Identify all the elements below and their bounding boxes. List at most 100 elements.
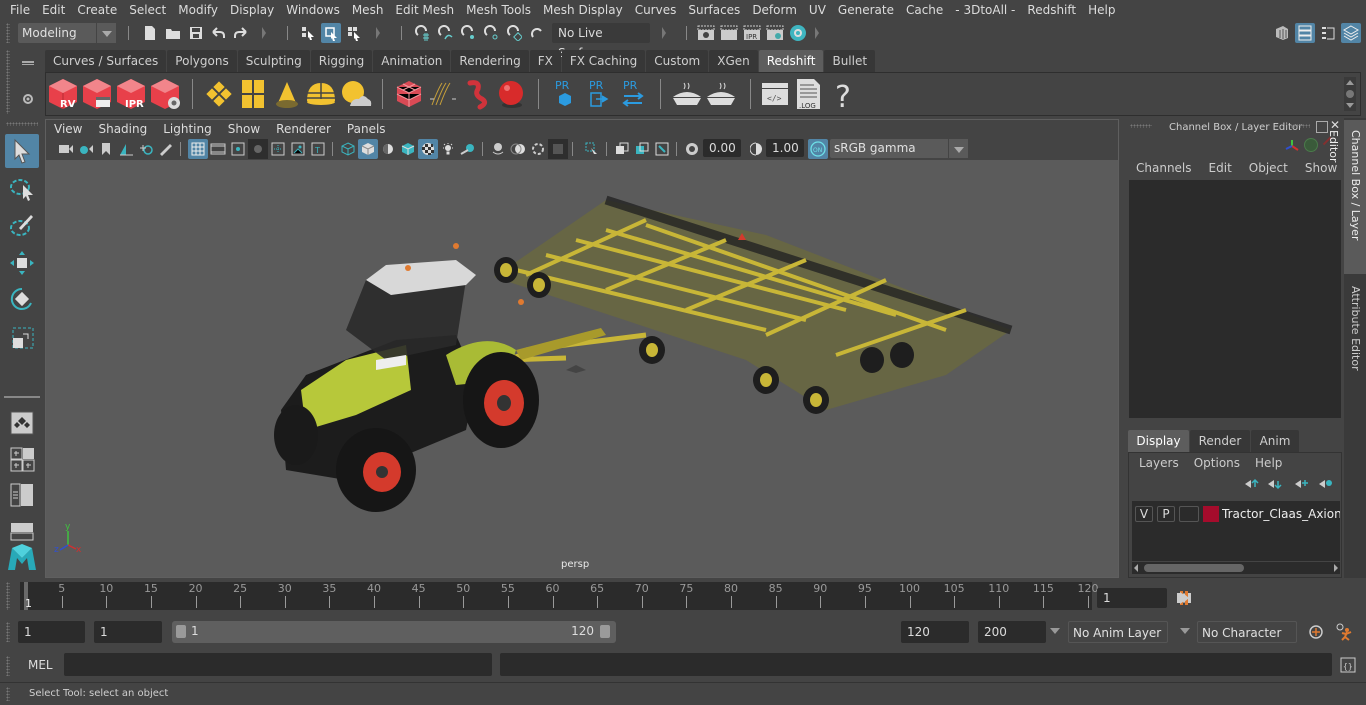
camera-attributes-icon[interactable] <box>76 139 96 159</box>
script-editor-button-icon[interactable]: {} <box>1338 655 1358 675</box>
script-editor-icon[interactable]: </> <box>758 77 792 111</box>
redshift-curve-icon[interactable] <box>460 77 494 111</box>
color-management-toggle[interactable]: ON <box>808 139 828 159</box>
bookmark-icon[interactable] <box>96 139 116 159</box>
redshift-area-light-icon[interactable] <box>236 77 270 111</box>
menu-mesh[interactable]: Mesh <box>346 0 390 20</box>
new-layer-from-selected-icon[interactable] <box>1317 478 1333 493</box>
redshift-dome-light-icon[interactable] <box>304 77 338 111</box>
drag-handle[interactable] <box>6 23 10 43</box>
menu-edit-mesh[interactable]: Edit Mesh <box>389 0 460 20</box>
menu-uv[interactable]: UV <box>803 0 832 20</box>
vp-menu-lighting[interactable]: Lighting <box>155 120 220 138</box>
collapse-arrow-icon[interactable] <box>262 27 266 39</box>
move-layer-up-icon[interactable] <box>1243 478 1259 493</box>
new-layer-icon[interactable] <box>1293 478 1309 493</box>
le-menu-layers[interactable]: Layers <box>1139 456 1179 470</box>
shelf-menu-icon[interactable] <box>18 53 38 73</box>
snap-to-curve-icon[interactable] <box>435 23 455 43</box>
xray-joints-icon[interactable] <box>652 139 672 159</box>
range-slider[interactable]: 1 120 <box>172 621 616 643</box>
redshift-proxy-icon[interactable] <box>392 77 426 111</box>
multisample-aa-icon[interactable] <box>528 139 548 159</box>
animation-end-field[interactable]: 200 <box>978 621 1046 643</box>
vp-menu-panels[interactable]: Panels <box>339 120 394 138</box>
xray-active-components-icon[interactable] <box>632 139 652 159</box>
3d-viewport-persp[interactable]: y x z persp <box>46 160 1118 577</box>
shadows-icon[interactable] <box>458 139 478 159</box>
animation-preferences-icon[interactable] <box>1334 622 1354 642</box>
manipulator-axes-icon[interactable] <box>1284 138 1300 157</box>
vp-menu-shading[interactable]: Shading <box>90 120 155 138</box>
workspace-mode-dropdown[interactable]: Modeling <box>18 23 116 43</box>
toolbox-drag-handle[interactable] <box>6 122 38 126</box>
cb-menu-edit[interactable]: Edit <box>1209 161 1232 175</box>
menu-windows[interactable]: Windows <box>280 0 346 20</box>
panel-drag-handle[interactable] <box>1290 124 1310 128</box>
redshift-hair-icon[interactable] <box>426 77 460 111</box>
shelf-tab-animation[interactable]: Animation <box>373 50 451 72</box>
shelf-tab-fx[interactable]: FX <box>529 50 561 72</box>
grid-toggle-icon[interactable] <box>188 139 208 159</box>
snap-to-grid-icon[interactable] <box>412 23 432 43</box>
2d-pan-zoom-icon[interactable] <box>136 139 156 159</box>
safe-title-icon[interactable]: T <box>308 139 328 159</box>
default-material-icon[interactable] <box>378 139 398 159</box>
help-question-icon[interactable]: ? <box>826 77 860 115</box>
menu-select[interactable]: Select <box>123 0 172 20</box>
shelf-tab-fx-caching[interactable]: FX Caching <box>561 50 646 72</box>
channel-box-toggle-icon[interactable] <box>1341 23 1361 43</box>
select-camera-icon[interactable] <box>56 139 76 159</box>
gate-mask-icon[interactable] <box>248 139 268 159</box>
character-set-dropdown-arrow-icon[interactable] <box>1180 628 1190 634</box>
pr-proxy-import-icon[interactable]: PR <box>582 77 616 111</box>
redo-icon[interactable] <box>231 23 251 43</box>
vp-menu-show[interactable]: Show <box>220 120 268 138</box>
menu-display[interactable]: Display <box>224 0 280 20</box>
select-tool-icon[interactable] <box>5 134 39 168</box>
image-plane-icon[interactable] <box>116 139 136 159</box>
wireframe-icon[interactable] <box>338 139 358 159</box>
shelf-tab-bullet[interactable]: Bullet <box>824 50 876 72</box>
snap-magnet-icon[interactable] <box>527 23 547 43</box>
menu-generate[interactable]: Generate <box>832 0 900 20</box>
pr-proxy-export-icon[interactable]: PR <box>548 77 582 111</box>
menu-curves[interactable]: Curves <box>629 0 683 20</box>
playback-start-field[interactable]: 1 <box>94 621 162 643</box>
wireframe-on-shaded-icon[interactable] <box>398 139 418 159</box>
ipr-render-icon[interactable]: IPR <box>742 23 762 43</box>
live-surface-field[interactable]: No Live Surface <box>552 23 650 60</box>
gamma-field[interactable]: 1.00 <box>766 139 804 157</box>
exposure-field[interactable]: 0.00 <box>703 139 741 157</box>
shelf-tab-curves-surfaces[interactable]: Curves / Surfaces <box>45 50 167 72</box>
log-file-icon[interactable]: .LOG <box>792 77 826 111</box>
channel-box-content[interactable] <box>1129 180 1341 418</box>
isolate-select-icon[interactable] <box>582 139 602 159</box>
pr-proxy-swap-icon[interactable]: PR <box>616 77 650 111</box>
shelf-tab-sculpting[interactable]: Sculpting <box>237 50 310 72</box>
select-by-component-icon[interactable] <box>344 23 364 43</box>
textured-icon[interactable] <box>418 139 438 159</box>
anim-layer-dropdown[interactable]: No Anim Layer <box>1068 621 1168 643</box>
redshift-render-sequence-icon[interactable] <box>80 77 114 111</box>
layer-list-hscrollbar[interactable] <box>1132 562 1340 574</box>
undo-icon[interactable] <box>208 23 228 43</box>
color-space-dropdown[interactable]: sRGB gamma <box>830 139 968 158</box>
shelf-tab-custom[interactable]: Custom <box>646 50 709 72</box>
render-view-icon[interactable] <box>696 23 716 43</box>
paint-select-tool-icon[interactable] <box>5 208 39 242</box>
cmdline-drag-handle[interactable] <box>6 656 10 676</box>
layer-tab-anim[interactable]: Anim <box>1251 430 1299 452</box>
bake-pie-settings-icon[interactable] <box>704 77 738 111</box>
render-frame-icon[interactable] <box>719 23 739 43</box>
timeslider-drag-handle[interactable] <box>6 582 10 610</box>
gamma-icon[interactable] <box>746 139 766 159</box>
menu-edit[interactable]: Edit <box>36 0 71 20</box>
layer-visibility-toggle[interactable]: V <box>1135 506 1153 522</box>
shelf-tab-rendering[interactable]: Rendering <box>451 50 529 72</box>
exposure-icon[interactable] <box>682 139 702 159</box>
menu-3dtoall[interactable]: - 3DtoAll - <box>949 0 1021 20</box>
field-chart-icon[interactable] <box>268 139 288 159</box>
menu-deform[interactable]: Deform <box>746 0 803 20</box>
layer-name[interactable]: Tractor_Claas_Axion_800 <box>1222 506 1340 522</box>
